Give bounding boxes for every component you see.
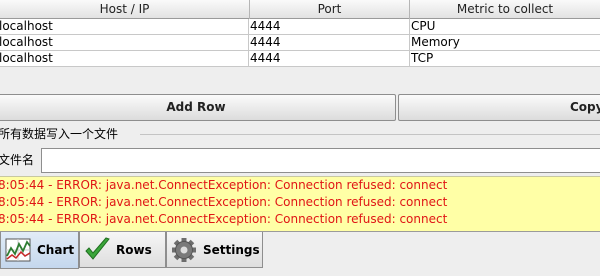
chart-icon [5,238,31,262]
copy-button[interactable]: Copy [398,94,600,121]
table-row[interactable]: localhost 4444 CPU [0,19,600,35]
cell-port[interactable]: 4444 [249,35,410,50]
cell-host[interactable]: localhost [0,51,249,66]
write-to-file-section-title: 所有数据写入一个文件 [0,127,119,141]
log-panel[interactable]: 8:05:44 - ERROR: java.net.ConnectExcepti… [0,176,600,231]
log-line: 8:05:44 - ERROR: java.net.ConnectExcepti… [0,212,448,226]
cell-host[interactable]: localhost [0,19,249,34]
filename-label: 文件名 [0,153,35,167]
filename-input[interactable] [41,148,600,173]
log-line: 8:05:44 - ERROR: java.net.ConnectExcepti… [0,195,448,209]
column-header-metric[interactable]: Metric to collect [410,0,600,19]
cell-host[interactable]: localhost [0,35,249,50]
table-header: Host / IP Port Metric to collect [0,0,600,19]
tab-chart[interactable]: Chart [0,232,79,269]
cell-metric[interactable]: TCP [410,51,600,66]
tab-bar: Chart Rows Settings [0,231,600,276]
add-row-button[interactable]: Add Row [0,94,396,121]
table-row[interactable]: localhost 4444 Memory [0,35,600,51]
cell-metric[interactable]: Memory [410,35,600,50]
checkmark-icon [85,236,110,260]
cell-port[interactable]: 4444 [249,51,410,66]
cell-port[interactable]: 4444 [249,19,410,34]
cell-metric[interactable]: CPU [410,19,600,34]
log-line: 8:05:44 - ERROR: java.net.ConnectExcepti… [0,178,448,192]
section-divider [140,134,600,135]
column-header-host[interactable]: Host / IP [0,0,250,19]
tab-settings-label: Settings [203,242,260,257]
gear-icon [172,237,196,262]
tab-settings[interactable]: Settings [166,232,263,268]
tab-rows[interactable]: Rows [79,232,166,268]
column-header-port[interactable]: Port [250,0,410,19]
tab-rows-label: Rows [116,242,152,257]
tab-chart-label: Chart [37,243,75,257]
metrics-table: Host / IP Port Metric to collect localho… [0,0,600,90]
table-row[interactable]: localhost 4444 TCP [0,51,600,67]
